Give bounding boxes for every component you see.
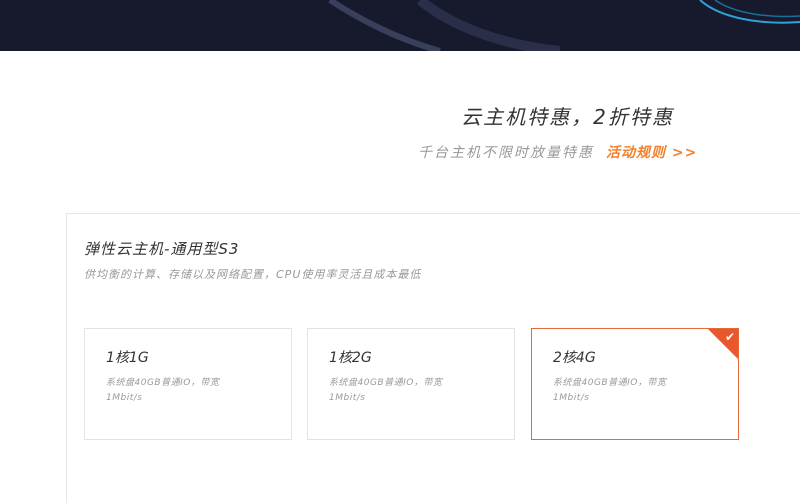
- spec-detail: 系统盘40GB普通IO，带宽 1Mbit/s: [329, 376, 509, 406]
- top-banner: [0, 0, 800, 51]
- spec-card-1c1g[interactable]: 1核1G 系统盘40GB普通IO，带宽 1Mbit/s: [84, 328, 292, 440]
- spec-detail: 系统盘40GB普通IO，带宽 1Mbit/s: [553, 376, 733, 406]
- spec-detail-line: 系统盘40GB普通IO，带宽: [106, 378, 220, 388]
- check-icon: ✔: [724, 330, 735, 344]
- activity-rules-link[interactable]: 活动规则 >>: [606, 145, 697, 161]
- spec-detail-line: 1Mbit/s: [329, 393, 366, 403]
- spec-detail: 系统盘40GB普通IO，带宽 1Mbit/s: [106, 376, 286, 406]
- banner-decoration: [328, 0, 800, 51]
- spec-detail-line: 1Mbit/s: [106, 393, 143, 403]
- spec-detail-line: 系统盘40GB普通IO，带宽: [329, 378, 443, 388]
- product-description: 供均衡的计算、存储以及网络配置，CPU使用率灵活且成本最低: [84, 268, 422, 281]
- spec-name: 2核4G: [553, 350, 596, 366]
- promo-title: 云主机特惠，2折特惠: [461, 105, 674, 129]
- spec-name: 1核1G: [106, 350, 149, 366]
- promo-subtitle: 千台主机不限时放量特惠 活动规则 >>: [418, 142, 697, 162]
- product-title: 弹性云主机-通用型S3: [84, 240, 240, 258]
- promo-subtitle-text: 千台主机不限时放量特惠: [418, 145, 594, 161]
- spec-detail-line: 1Mbit/s: [553, 393, 590, 403]
- spec-card-1c2g[interactable]: 1核2G 系统盘40GB普通IO，带宽 1Mbit/s: [307, 328, 515, 440]
- spec-card-2c4g[interactable]: 2核4G 系统盘40GB普通IO，带宽 1Mbit/s ✔: [531, 328, 739, 440]
- spec-name: 1核2G: [329, 350, 372, 366]
- spec-detail-line: 系统盘40GB普通IO，带宽: [553, 378, 667, 388]
